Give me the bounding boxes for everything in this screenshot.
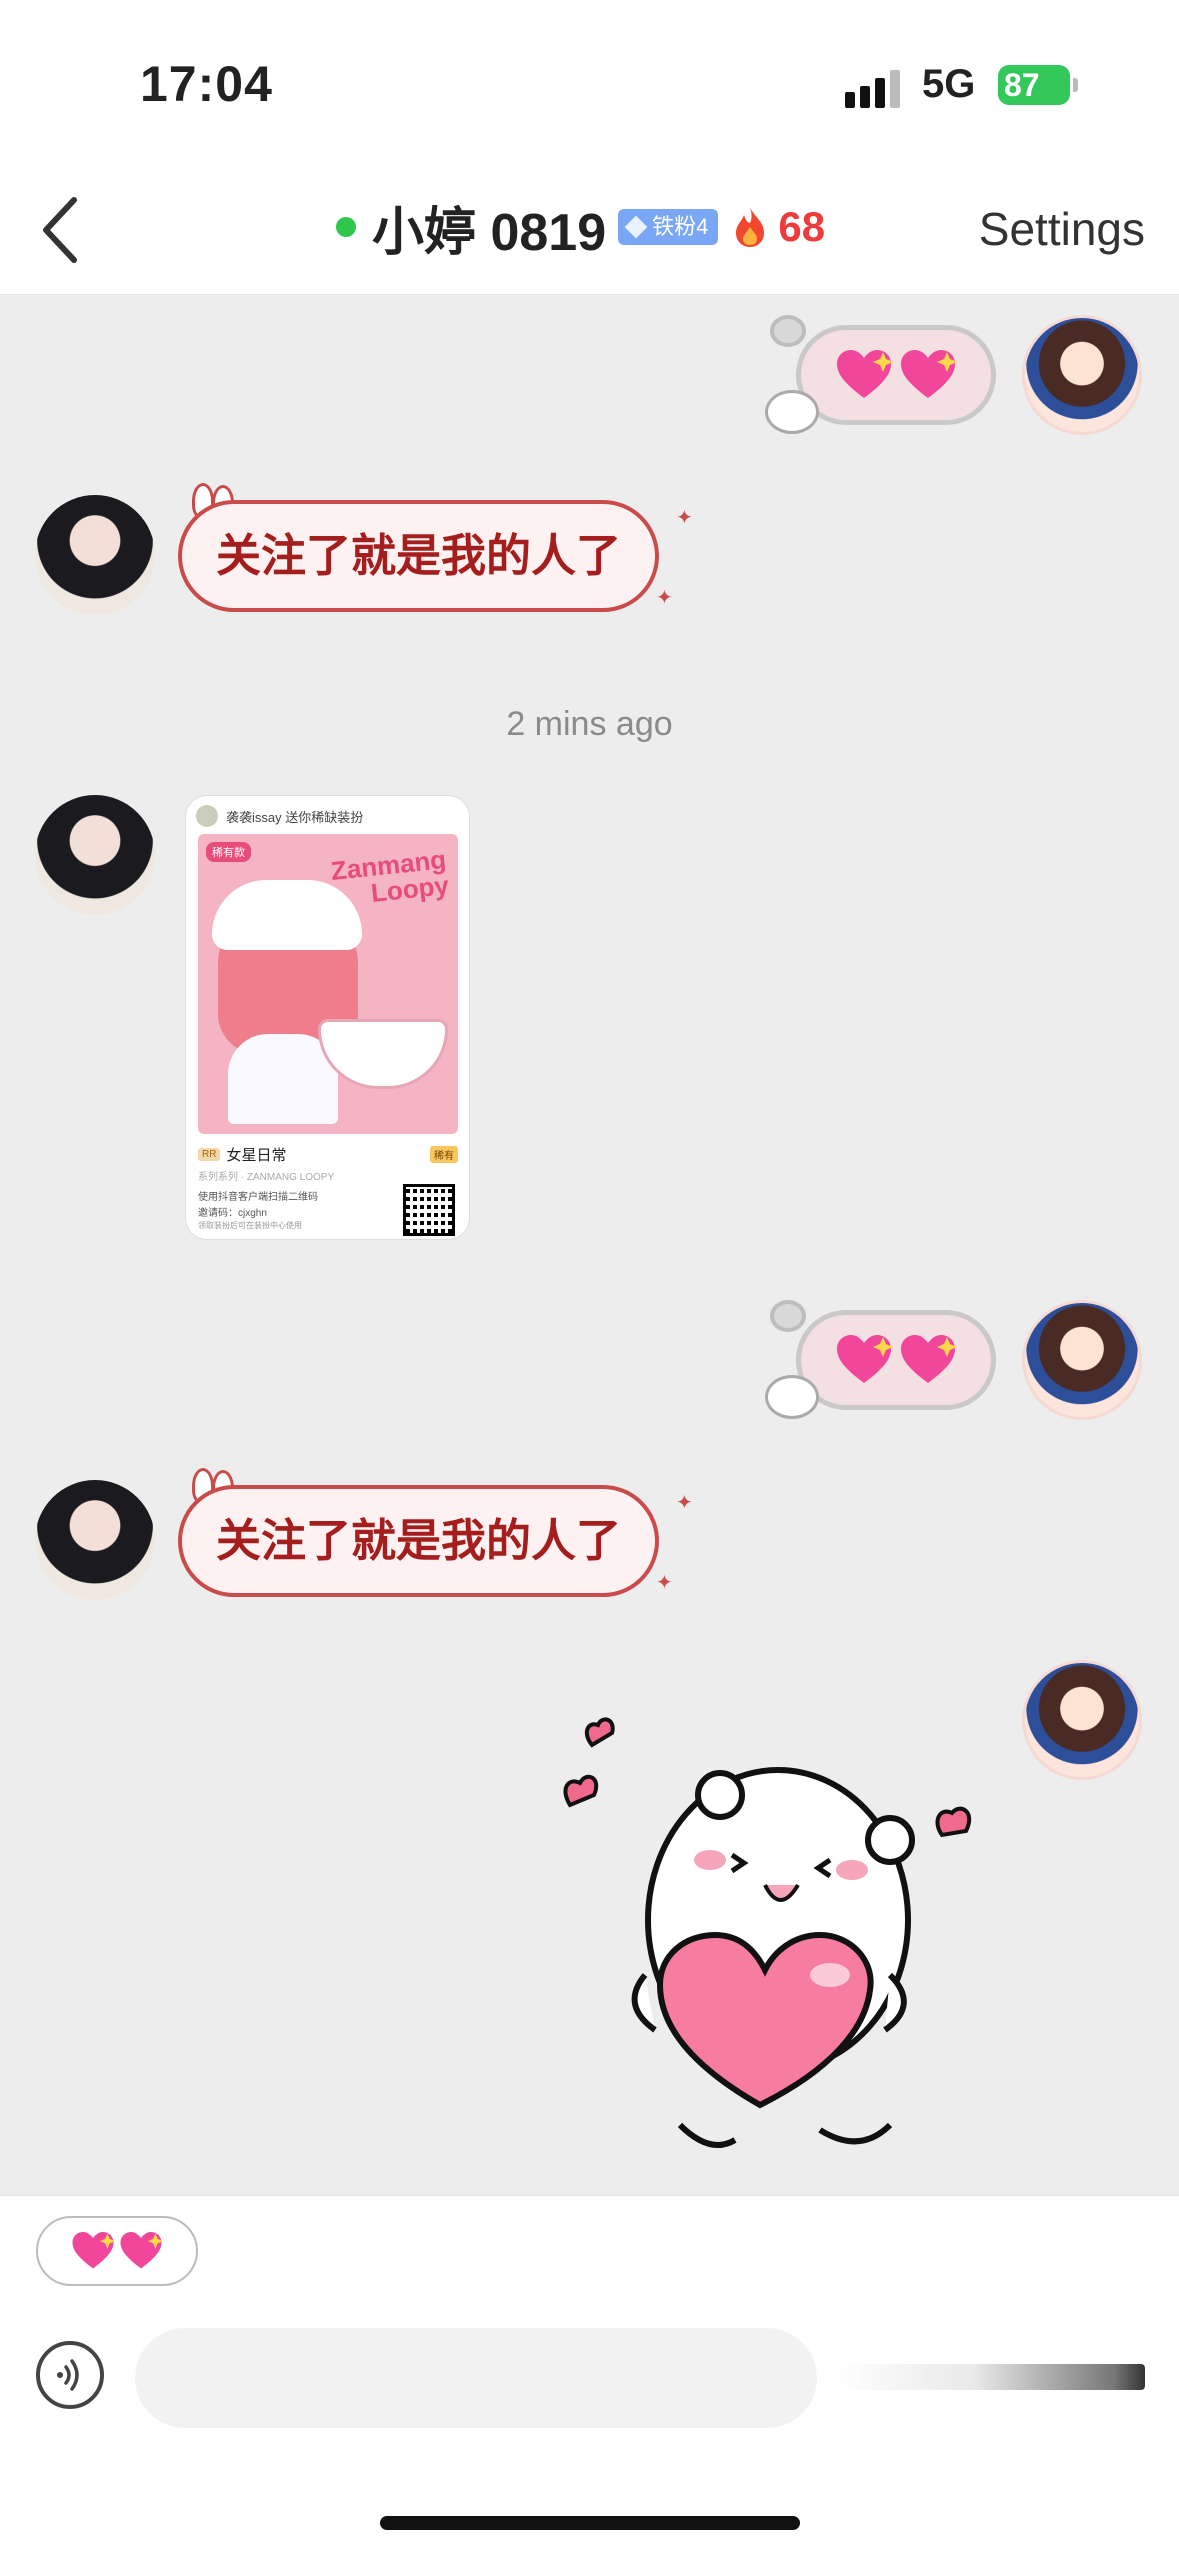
- hello-kitty-decoration: [765, 390, 819, 434]
- sparkling-heart-icon: [901, 1335, 957, 1383]
- card-header-text: 袭袭issay 送你稀缺装扮: [226, 809, 364, 825]
- my-avatar[interactable]: [1022, 315, 1142, 435]
- network-type: 5G: [922, 62, 976, 106]
- sparkle-icon: ✦: [656, 587, 673, 609]
- streak-count: 68: [778, 203, 826, 250]
- card-image: 稀有款 Zanmang Loopy: [198, 834, 458, 1134]
- text-message-1[interactable]: 关注了就是我的人了: [178, 500, 660, 612]
- text-message-2[interactable]: 关注了就是我的人了: [178, 1485, 660, 1597]
- sticker-message-1[interactable]: [796, 325, 996, 425]
- message-list[interactable]: 关注了就是我的人了 ✦ ✦ 2 mins ago 袭袭issay 送你稀缺装扮 …: [0, 295, 1179, 2195]
- sticker-message-2[interactable]: [796, 1310, 996, 1410]
- message-input[interactable]: [135, 2328, 817, 2428]
- battery-cap: [1073, 78, 1078, 92]
- toolbar-fade: [835, 2364, 1145, 2390]
- battery-level: 87: [1004, 67, 1040, 103]
- card-header: 袭袭issay 送你稀缺装扮: [196, 804, 363, 828]
- sparkle-icon: ✦: [676, 507, 693, 529]
- chat-header: 小婷 0819 铁粉4 68 Settings: [0, 170, 1179, 295]
- chat-title[interactable]: 小婷 0819 铁粉4 68: [336, 192, 825, 262]
- card-invite-code: 邀请码：cjxghn: [198, 1208, 267, 1219]
- contact-avatar[interactable]: [35, 495, 155, 615]
- quick-reply-sparkling-hearts[interactable]: [36, 2216, 198, 2286]
- fire-icon: [736, 207, 765, 247]
- contact-avatar[interactable]: [35, 795, 155, 915]
- card-item-name: 女星日常: [226, 1146, 287, 1164]
- sparkling-heart-icon: [72, 2232, 115, 2269]
- card-info-row: RR 女星日常 稀有: [198, 1141, 458, 1167]
- my-avatar[interactable]: [1022, 1660, 1142, 1780]
- card-footnote: 领取装扮后可在装扮中心使用: [198, 1221, 302, 1230]
- diamond-icon: [624, 215, 648, 239]
- battery-icon: 87: [998, 65, 1070, 105]
- bear-ear-decoration: [770, 315, 806, 347]
- settings-button[interactable]: Settings: [979, 202, 1145, 256]
- online-status-dot: [336, 217, 356, 237]
- contact-avatar[interactable]: [35, 1480, 155, 1600]
- card-instruction: 使用抖音客户端扫描二维码: [198, 1192, 318, 1203]
- chevron-left-icon: [43, 197, 77, 263]
- bear-ear-decoration: [770, 1300, 806, 1332]
- voice-button[interactable]: [36, 2341, 104, 2409]
- back-button[interactable]: [28, 190, 98, 270]
- bear-hugging-heart-sticker[interactable]: [560, 1685, 1000, 2205]
- card-type-pill: RR: [198, 1147, 221, 1161]
- my-avatar[interactable]: [1022, 1300, 1142, 1420]
- input-bar: [0, 2195, 1179, 2556]
- card-tag: 稀有款: [206, 842, 251, 862]
- fan-level-badge: 铁粉4: [618, 209, 719, 245]
- share-card-message[interactable]: 袭袭issay 送你稀缺装扮 稀有款 Zanmang Loopy RR 女星日常 …: [185, 795, 470, 1240]
- sparkle-icon: ✦: [676, 1492, 693, 1514]
- home-indicator[interactable]: [380, 2516, 800, 2530]
- hello-kitty-decoration: [765, 1375, 819, 1419]
- towel-illustration: [212, 880, 362, 950]
- signal-icon: [845, 68, 905, 108]
- sparkling-heart-icon: [120, 2232, 163, 2269]
- voice-icon: [57, 2359, 79, 2391]
- sparkling-heart-icon: [901, 350, 957, 398]
- contact-name: 小婷 0819: [372, 203, 607, 262]
- status-bar: 17:04 5G 87: [0, 0, 1179, 170]
- status-time: 17:04: [140, 56, 273, 112]
- card-rarity-badge: 稀有: [430, 1145, 458, 1163]
- sparkling-heart-icon: [837, 1335, 893, 1383]
- sparkling-heart-icon: [837, 350, 893, 398]
- card-series: 系列系列 · ZANMANG LOOPY: [198, 1172, 335, 1183]
- fan-badge-label: 铁粉4: [652, 214, 709, 239]
- message-timestamp: 2 mins ago: [506, 705, 673, 743]
- sparkle-icon: ✦: [656, 1572, 673, 1594]
- qr-code: [403, 1184, 455, 1236]
- card-sender-avatar: [196, 805, 218, 827]
